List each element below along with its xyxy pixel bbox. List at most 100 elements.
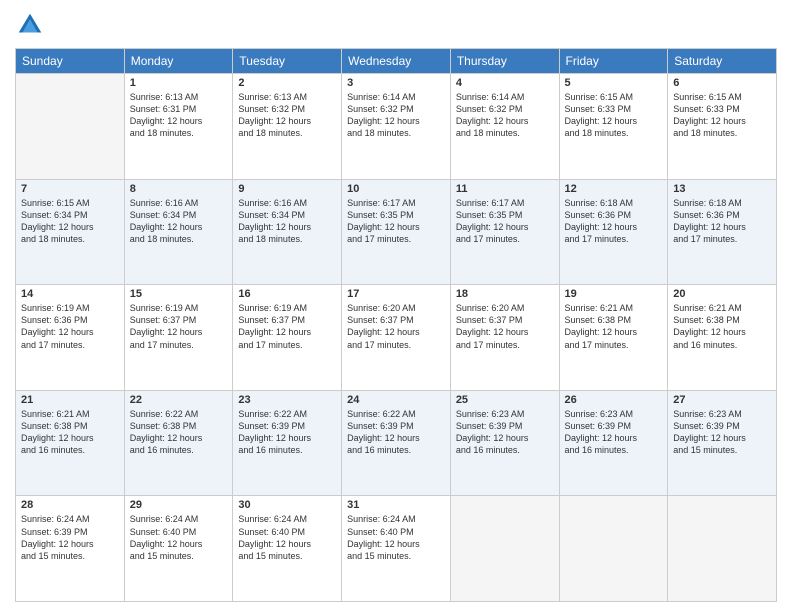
day-info: Sunrise: 6:19 AM Sunset: 6:37 PM Dayligh…: [238, 302, 336, 351]
day-header-thursday: Thursday: [450, 49, 559, 74]
day-info: Sunrise: 6:24 AM Sunset: 6:40 PM Dayligh…: [238, 513, 336, 562]
calendar-cell: [16, 74, 125, 180]
day-header-monday: Monday: [124, 49, 233, 74]
day-info: Sunrise: 6:13 AM Sunset: 6:31 PM Dayligh…: [130, 91, 228, 140]
day-info: Sunrise: 6:19 AM Sunset: 6:36 PM Dayligh…: [21, 302, 119, 351]
day-header-saturday: Saturday: [668, 49, 777, 74]
calendar-cell: [450, 496, 559, 602]
day-number: 23: [238, 394, 336, 406]
day-info: Sunrise: 6:16 AM Sunset: 6:34 PM Dayligh…: [238, 197, 336, 246]
calendar-cell: 16 Sunrise: 6:19 AM Sunset: 6:37 PM Dayli…: [233, 285, 342, 391]
logo: [15, 10, 49, 40]
day-info: Sunrise: 6:17 AM Sunset: 6:35 PM Dayligh…: [347, 197, 445, 246]
calendar-cell: 15Sunrise: 6:19 AM Sunset: 6:37 PM Dayli…: [124, 285, 233, 391]
day-number: 7: [21, 183, 119, 195]
day-number: 4: [456, 77, 554, 89]
calendar-cell: 9Sunrise: 6:16 AM Sunset: 6:34 PM Daylig…: [233, 179, 342, 285]
day-number: 18: [456, 288, 554, 300]
calendar-cell: 21 Sunrise: 6:21 AM Sunset: 6:38 PM Dayli…: [16, 390, 125, 496]
calendar-cell: 25 Sunrise: 6:23 AM Sunset: 6:39 PM Dayli…: [450, 390, 559, 496]
header: [15, 10, 777, 40]
day-number: 12: [565, 183, 663, 195]
day-number: 17: [347, 288, 445, 300]
day-number: 24: [347, 394, 445, 406]
calendar-cell: 10 Sunrise: 6:17 AM Sunset: 6:35 PM Dayli…: [342, 179, 451, 285]
day-info: Sunrise: 6:23 AM Sunset: 6:39 PM Dayligh…: [456, 408, 554, 457]
day-number: 31: [347, 499, 445, 511]
day-info: Sunrise: 6:17 AM Sunset: 6:35 PM Dayligh…: [456, 197, 554, 246]
day-info: Sunrise: 6:21 AM Sunset: 6:38 PM Dayligh…: [21, 408, 119, 457]
day-number: 6: [673, 77, 771, 89]
calendar-cell: 20 Sunrise: 6:21 AM Sunset: 6:38 PM Dayli…: [668, 285, 777, 391]
calendar-cell: 31 Sunrise: 6:24 AM Sunset: 6:40 PM Dayli…: [342, 496, 451, 602]
day-number: 29: [130, 499, 228, 511]
day-info: Sunrise: 6:20 AM Sunset: 6:37 PM Dayligh…: [456, 302, 554, 351]
calendar-cell: 4 Sunrise: 6:14 AM Sunset: 6:32 PM Daylig…: [450, 74, 559, 180]
day-info: Sunrise: 6:24 AM Sunset: 6:40 PM Dayligh…: [347, 513, 445, 562]
day-info: Sunrise: 6:16 AM Sunset: 6:34 PM Dayligh…: [130, 197, 228, 246]
calendar-cell: 28Sunrise: 6:24 AM Sunset: 6:39 PM Dayli…: [16, 496, 125, 602]
day-info: Sunrise: 6:21 AM Sunset: 6:38 PM Dayligh…: [673, 302, 771, 351]
day-info: Sunrise: 6:15 AM Sunset: 6:33 PM Dayligh…: [673, 91, 771, 140]
day-number: 25: [456, 394, 554, 406]
calendar-week-4: 21 Sunrise: 6:21 AM Sunset: 6:38 PM Dayli…: [16, 390, 777, 496]
day-info: Sunrise: 6:24 AM Sunset: 6:39 PM Dayligh…: [21, 513, 119, 562]
day-info: Sunrise: 6:23 AM Sunset: 6:39 PM Dayligh…: [673, 408, 771, 457]
calendar-cell: [668, 496, 777, 602]
day-header-friday: Friday: [559, 49, 668, 74]
calendar-cell: 18 Sunrise: 6:20 AM Sunset: 6:37 PM Dayli…: [450, 285, 559, 391]
day-header-tuesday: Tuesday: [233, 49, 342, 74]
calendar-cell: 14 Sunrise: 6:19 AM Sunset: 6:36 PM Dayli…: [16, 285, 125, 391]
calendar-cell: 11 Sunrise: 6:17 AM Sunset: 6:35 PM Dayli…: [450, 179, 559, 285]
day-number: 16: [238, 288, 336, 300]
calendar-cell: [559, 496, 668, 602]
calendar-cell: 5 Sunrise: 6:15 AM Sunset: 6:33 PM Daylig…: [559, 74, 668, 180]
calendar-cell: 13 Sunrise: 6:18 AM Sunset: 6:36 PM Dayli…: [668, 179, 777, 285]
day-info: Sunrise: 6:15 AM Sunset: 6:34 PM Dayligh…: [21, 197, 119, 246]
day-info: Sunrise: 6:23 AM Sunset: 6:39 PM Dayligh…: [565, 408, 663, 457]
day-number: 21: [21, 394, 119, 406]
day-number: 10: [347, 183, 445, 195]
day-number: 2: [238, 77, 336, 89]
day-info: Sunrise: 6:18 AM Sunset: 6:36 PM Dayligh…: [565, 197, 663, 246]
day-number: 5: [565, 77, 663, 89]
day-header-sunday: Sunday: [16, 49, 125, 74]
calendar-cell: 27 Sunrise: 6:23 AM Sunset: 6:39 PM Dayli…: [668, 390, 777, 496]
day-info: Sunrise: 6:13 AM Sunset: 6:32 PM Dayligh…: [238, 91, 336, 140]
calendar-week-5: 28Sunrise: 6:24 AM Sunset: 6:39 PM Dayli…: [16, 496, 777, 602]
day-info: Sunrise: 6:19 AM Sunset: 6:37 PM Dayligh…: [130, 302, 228, 351]
day-info: Sunrise: 6:15 AM Sunset: 6:33 PM Dayligh…: [565, 91, 663, 140]
calendar-cell: 3Sunrise: 6:14 AM Sunset: 6:32 PM Daylig…: [342, 74, 451, 180]
calendar-cell: 17 Sunrise: 6:20 AM Sunset: 6:37 PM Dayli…: [342, 285, 451, 391]
calendar-cell: 8 Sunrise: 6:16 AM Sunset: 6:34 PM Daylig…: [124, 179, 233, 285]
calendar-cell: 19 Sunrise: 6:21 AM Sunset: 6:38 PM Dayli…: [559, 285, 668, 391]
day-info: Sunrise: 6:18 AM Sunset: 6:36 PM Dayligh…: [673, 197, 771, 246]
calendar-week-2: 7 Sunrise: 6:15 AM Sunset: 6:34 PM Daylig…: [16, 179, 777, 285]
day-number: 13: [673, 183, 771, 195]
calendar-cell: 24 Sunrise: 6:22 AM Sunset: 6:39 PM Dayli…: [342, 390, 451, 496]
day-number: 19: [565, 288, 663, 300]
calendar-week-3: 14 Sunrise: 6:19 AM Sunset: 6:36 PM Dayli…: [16, 285, 777, 391]
day-number: 14: [21, 288, 119, 300]
calendar-cell: 23Sunrise: 6:22 AM Sunset: 6:39 PM Dayli…: [233, 390, 342, 496]
calendar-cell: 6 Sunrise: 6:15 AM Sunset: 6:33 PM Daylig…: [668, 74, 777, 180]
day-number: 20: [673, 288, 771, 300]
day-info: Sunrise: 6:22 AM Sunset: 6:39 PM Dayligh…: [347, 408, 445, 457]
day-info: Sunrise: 6:14 AM Sunset: 6:32 PM Dayligh…: [347, 91, 445, 140]
day-info: Sunrise: 6:14 AM Sunset: 6:32 PM Dayligh…: [456, 91, 554, 140]
day-info: Sunrise: 6:24 AM Sunset: 6:40 PM Dayligh…: [130, 513, 228, 562]
day-info: Sunrise: 6:21 AM Sunset: 6:38 PM Dayligh…: [565, 302, 663, 351]
logo-icon: [15, 10, 45, 40]
day-number: 1: [130, 77, 228, 89]
day-header-wednesday: Wednesday: [342, 49, 451, 74]
day-info: Sunrise: 6:20 AM Sunset: 6:37 PM Dayligh…: [347, 302, 445, 351]
calendar-header-row: SundayMondayTuesdayWednesdayThursdayFrid…: [16, 49, 777, 74]
calendar-cell: 29 Sunrise: 6:24 AM Sunset: 6:40 PM Dayli…: [124, 496, 233, 602]
day-number: 27: [673, 394, 771, 406]
calendar-cell: 26Sunrise: 6:23 AM Sunset: 6:39 PM Dayli…: [559, 390, 668, 496]
day-number: 11: [456, 183, 554, 195]
calendar-table: SundayMondayTuesdayWednesdayThursdayFrid…: [15, 48, 777, 602]
calendar-cell: 2 Sunrise: 6:13 AM Sunset: 6:32 PM Daylig…: [233, 74, 342, 180]
day-number: 30: [238, 499, 336, 511]
day-number: 8: [130, 183, 228, 195]
